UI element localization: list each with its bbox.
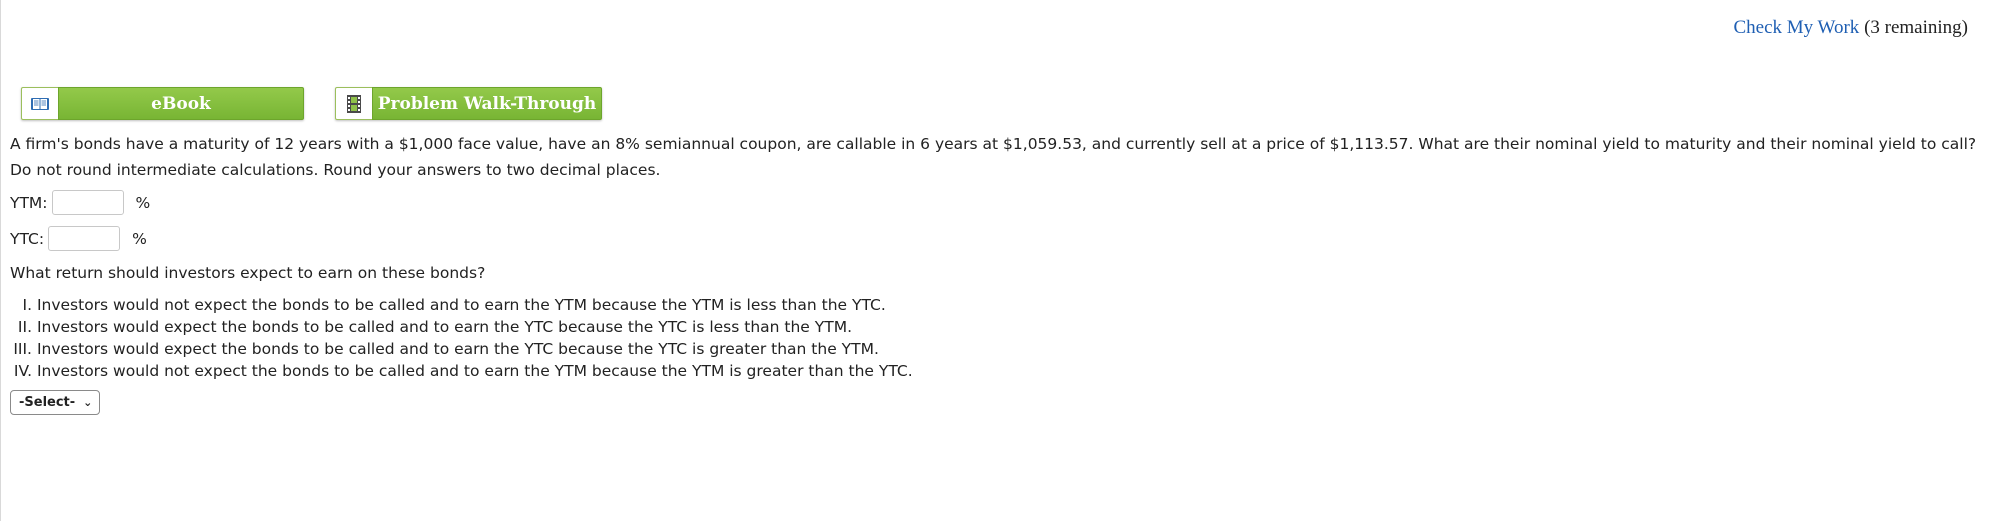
chevron-down-icon: ⌄: [83, 396, 93, 409]
check-my-work: Check My Work (3 remaining): [1733, 17, 1968, 39]
option-text: Investors would expect the bonds to be c…: [36, 318, 853, 336]
ytc-input[interactable]: [48, 226, 121, 251]
option-item: III. Investors would expect the bonds to…: [0, 338, 913, 360]
option-number: II.: [17, 318, 32, 336]
ebook-label: eBook: [58, 87, 304, 120]
walkthrough-label: Problem Walk-Through: [372, 87, 602, 120]
option-item: IV. Investors would not expect the bonds…: [0, 360, 913, 382]
option-item: I. Investors would not expect the bonds …: [0, 294, 913, 316]
question-text: A firm's bonds have a maturity of 12 yea…: [10, 135, 1977, 179]
ytm-row: YTM: %: [10, 190, 150, 215]
ytm-unit: %: [135, 193, 151, 212]
answer-options: I. Investors would not expect the bonds …: [0, 294, 913, 382]
option-number: III.: [13, 340, 32, 358]
option-text: Investors would not expect the bonds to …: [36, 296, 886, 314]
film-icon: [335, 87, 372, 120]
ytc-row: YTC: %: [10, 226, 147, 251]
option-item: II. Investors would expect the bonds to …: [0, 316, 913, 338]
ytm-label: YTM:: [10, 193, 48, 212]
check-my-work-link[interactable]: Check My Work: [1733, 17, 1859, 38]
followup-prompt: What return should investors expect to e…: [10, 264, 486, 282]
ytc-unit: %: [132, 229, 147, 248]
remaining-attempts: (3 remaining): [1864, 17, 1968, 38]
ytc-label: YTC:: [10, 229, 45, 248]
book-icon: [21, 87, 58, 120]
left-border: [0, 0, 1, 521]
select-value: -Select-: [19, 395, 76, 410]
option-text: Investors would not expect the bonds to …: [36, 362, 913, 380]
ytm-input[interactable]: [51, 190, 124, 215]
ebook-button[interactable]: eBook: [21, 87, 304, 120]
option-number: I.: [22, 296, 33, 314]
option-text: Investors would expect the bonds to be c…: [36, 340, 879, 358]
option-number: IV.: [13, 362, 32, 380]
problem-walkthrough-button[interactable]: Problem Walk-Through: [335, 87, 602, 120]
answer-select[interactable]: -Select- ⌄: [10, 390, 100, 415]
